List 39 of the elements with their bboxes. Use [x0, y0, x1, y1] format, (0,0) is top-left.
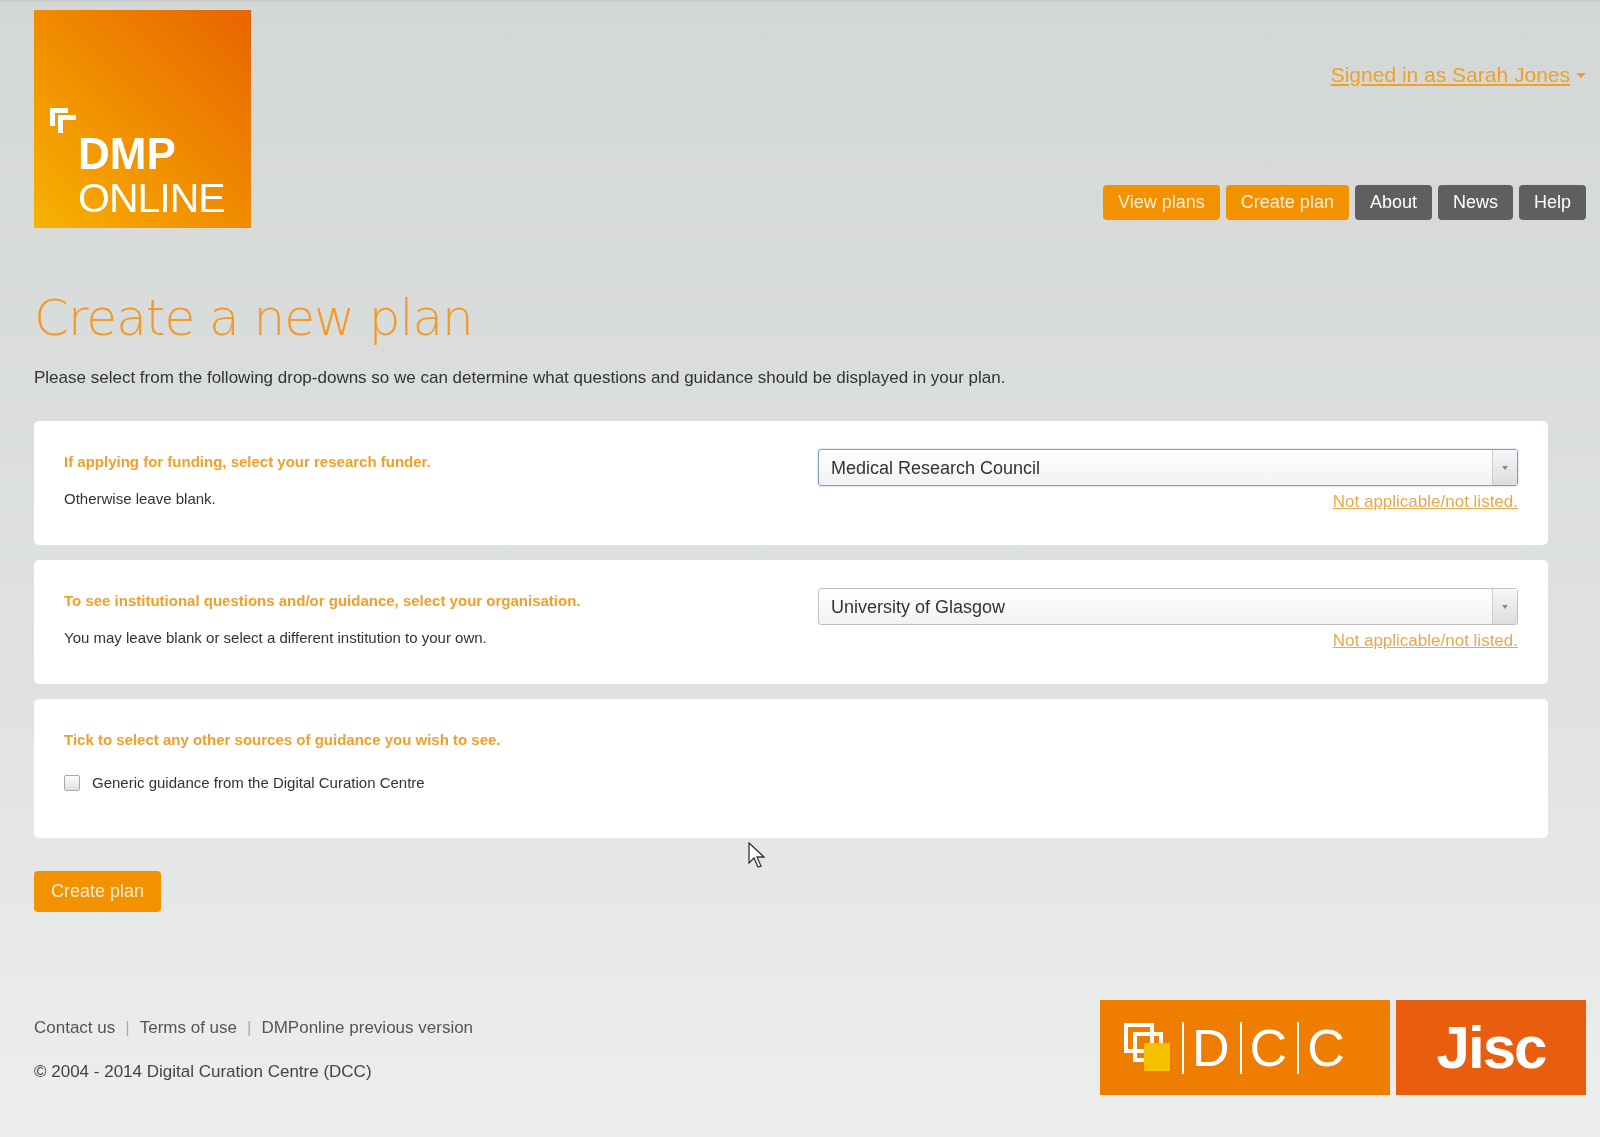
- copyright-text: © 2004 - 2014 Digital Curation Centre (DCC): [34, 1062, 373, 1082]
- caret-icon: [1576, 72, 1586, 78]
- nav-button[interactable]: About: [1354, 185, 1432, 220]
- create-plan-button[interactable]: Create plan: [34, 871, 162, 912]
- logo-text: DMP: [78, 132, 176, 176]
- squares-icon: [1124, 1022, 1172, 1073]
- section-heading: Tick to select any other sources of guidance you wish to see.: [64, 731, 501, 748]
- intro-text: Please select from the following drop-downs so we can determine what questions and guidance should be displayed in your plan.: [34, 368, 1007, 388]
- footer-link[interactable]: DMPonline previous version: [261, 1018, 474, 1038]
- section-heading: If applying for funding, select your research funder.: [64, 453, 431, 470]
- nav-button[interactable]: News: [1437, 185, 1513, 220]
- site-logo[interactable]: DMP ONLINE: [34, 10, 251, 228]
- logo-text: ONLINE: [78, 178, 225, 219]
- nav-button[interactable]: Create plan: [1225, 185, 1349, 220]
- nav-button[interactable]: Help: [1518, 185, 1586, 220]
- logo-letter: C: [1239, 1021, 1288, 1074]
- not-applicable-link[interactable]: Not applicable/not listed.: [1332, 492, 1518, 512]
- dropdown-field[interactable]: University of Glasgow: [818, 588, 1518, 625]
- footer-link[interactable]: Contact us: [34, 1018, 116, 1038]
- footer-link[interactable]: Terms of use: [139, 1018, 237, 1038]
- partner-logo[interactable]: D C C: [1100, 1000, 1390, 1095]
- dropdown-arrow-icon: [1502, 604, 1508, 609]
- separator: |: [125, 1018, 130, 1038]
- logo-letter: D: [1182, 1021, 1230, 1074]
- mouse-cursor-icon: [748, 842, 766, 868]
- page-title: Create a new plan: [34, 288, 474, 348]
- logo-letter: C: [1297, 1021, 1345, 1074]
- logo-text: Jisc: [1436, 1013, 1546, 1082]
- hint-text: You may leave blank or select a different institution to your own.: [64, 629, 488, 646]
- not-applicable-link[interactable]: Not applicable/not listed.: [1332, 631, 1518, 651]
- section-heading: To see institutional questions and/or guidance, select your organisation.: [64, 592, 581, 609]
- partner-logo[interactable]: Jisc: [1396, 1000, 1586, 1095]
- checkbox-label: Generic guidance from the Digital Curation Centre: [92, 774, 425, 791]
- dropdown-arrow-icon: [1502, 465, 1508, 470]
- dropdown-field[interactable]: Medical Research Council: [818, 449, 1518, 486]
- checkbox[interactable]: [64, 774, 80, 791]
- separator: |: [247, 1018, 252, 1038]
- nav-button[interactable]: View plans: [1103, 185, 1220, 220]
- hint-text: Otherwise leave blank.: [64, 490, 217, 507]
